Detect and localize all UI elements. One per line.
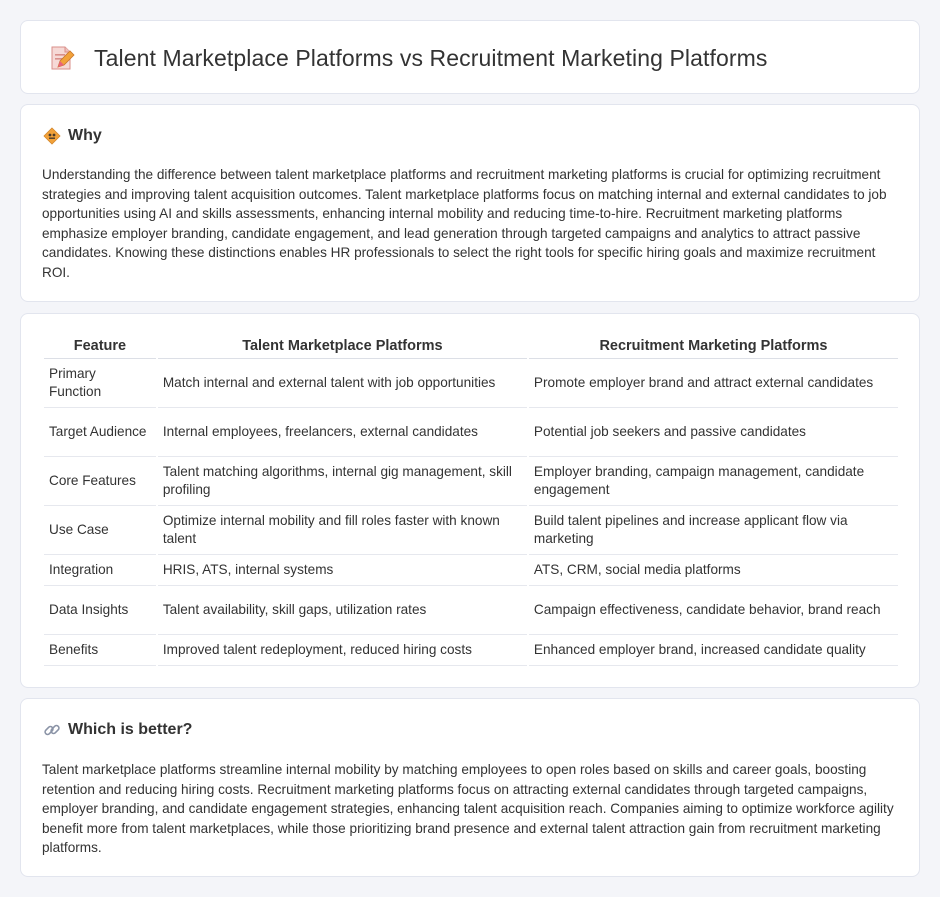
why-section: Why Understanding the difference between… bbox=[20, 104, 920, 302]
feature-cell: Core Features bbox=[44, 457, 156, 506]
why-title: Why bbox=[68, 127, 102, 144]
recruitment-marketing-cell: ATS, CRM, social media platforms bbox=[528, 555, 898, 586]
page-title: Talent Marketplace Platforms vs Recruitm… bbox=[94, 44, 768, 71]
recruitment-marketing-cell: Employer branding, campaign management, … bbox=[528, 457, 898, 506]
comparison-section: Feature Talent Marketplace Platforms Rec… bbox=[20, 313, 920, 688]
table-row: Primary Function Match internal and exte… bbox=[44, 359, 898, 408]
why-heading: Why bbox=[43, 127, 102, 145]
table-row: Target Audience Internal employees, free… bbox=[44, 408, 898, 457]
feature-cell: Benefits bbox=[44, 635, 156, 666]
talent-marketplace-cell: Talent availability, skill gaps, utiliza… bbox=[157, 586, 527, 635]
diamond-sign-icon bbox=[43, 127, 61, 145]
recruitment-marketing-cell: Campaign effectiveness, candidate behavi… bbox=[528, 586, 898, 635]
talent-marketplace-cell: Optimize internal mobility and fill role… bbox=[157, 506, 527, 555]
column-header: Talent Marketplace Platforms bbox=[157, 336, 527, 359]
table-header-row: Feature Talent Marketplace Platforms Rec… bbox=[44, 336, 898, 359]
title-row: Talent Marketplace Platforms vs Recruitm… bbox=[46, 43, 768, 73]
feature-cell: Target Audience bbox=[44, 408, 156, 457]
feature-cell: Primary Function bbox=[44, 359, 156, 408]
column-header: Feature bbox=[44, 336, 156, 359]
document-pencil-icon bbox=[51, 46, 75, 70]
column-header: Recruitment Marketing Platforms bbox=[528, 336, 898, 359]
link-icon bbox=[44, 724, 60, 736]
table-row: Benefits Improved talent redeployment, r… bbox=[44, 635, 898, 666]
talent-marketplace-cell: Match internal and external talent with … bbox=[157, 359, 527, 408]
better-title: Which is better? bbox=[68, 721, 193, 738]
recruitment-marketing-cell: Promote employer brand and attract exter… bbox=[528, 359, 898, 408]
recruitment-marketing-cell: Potential job seekers and passive candid… bbox=[528, 408, 898, 457]
feature-cell: Data Insights bbox=[44, 586, 156, 635]
better-text: Talent marketplace platforms streamline … bbox=[42, 762, 894, 856]
table-row: Core Features Talent matching algorithms… bbox=[44, 457, 898, 506]
comparison-table: Feature Talent Marketplace Platforms Rec… bbox=[42, 336, 900, 666]
talent-marketplace-cell: HRIS, ATS, internal systems bbox=[157, 555, 527, 586]
why-text: Understanding the difference between tal… bbox=[42, 167, 887, 280]
talent-marketplace-cell: Improved talent redeployment, reduced hi… bbox=[157, 635, 527, 666]
talent-marketplace-cell: Talent matching algorithms, internal gig… bbox=[157, 457, 527, 506]
which-is-better-section: Which is better? Talent marketplace plat… bbox=[20, 698, 920, 877]
recruitment-marketing-cell: Enhanced employer brand, increased candi… bbox=[528, 635, 898, 666]
table-row: Integration HRIS, ATS, internal systems … bbox=[44, 555, 898, 586]
recruitment-marketing-cell: Build talent pipelines and increase appl… bbox=[528, 506, 898, 555]
talent-marketplace-cell: Internal employees, freelancers, externa… bbox=[157, 408, 527, 457]
table-row: Data Insights Talent availability, skill… bbox=[44, 586, 898, 635]
feature-cell: Use Case bbox=[44, 506, 156, 555]
table-row: Use Case Optimize internal mobility and … bbox=[44, 506, 898, 555]
better-heading: Which is better? bbox=[43, 721, 192, 739]
title-card: Talent Marketplace Platforms vs Recruitm… bbox=[20, 20, 920, 94]
feature-cell: Integration bbox=[44, 555, 156, 586]
